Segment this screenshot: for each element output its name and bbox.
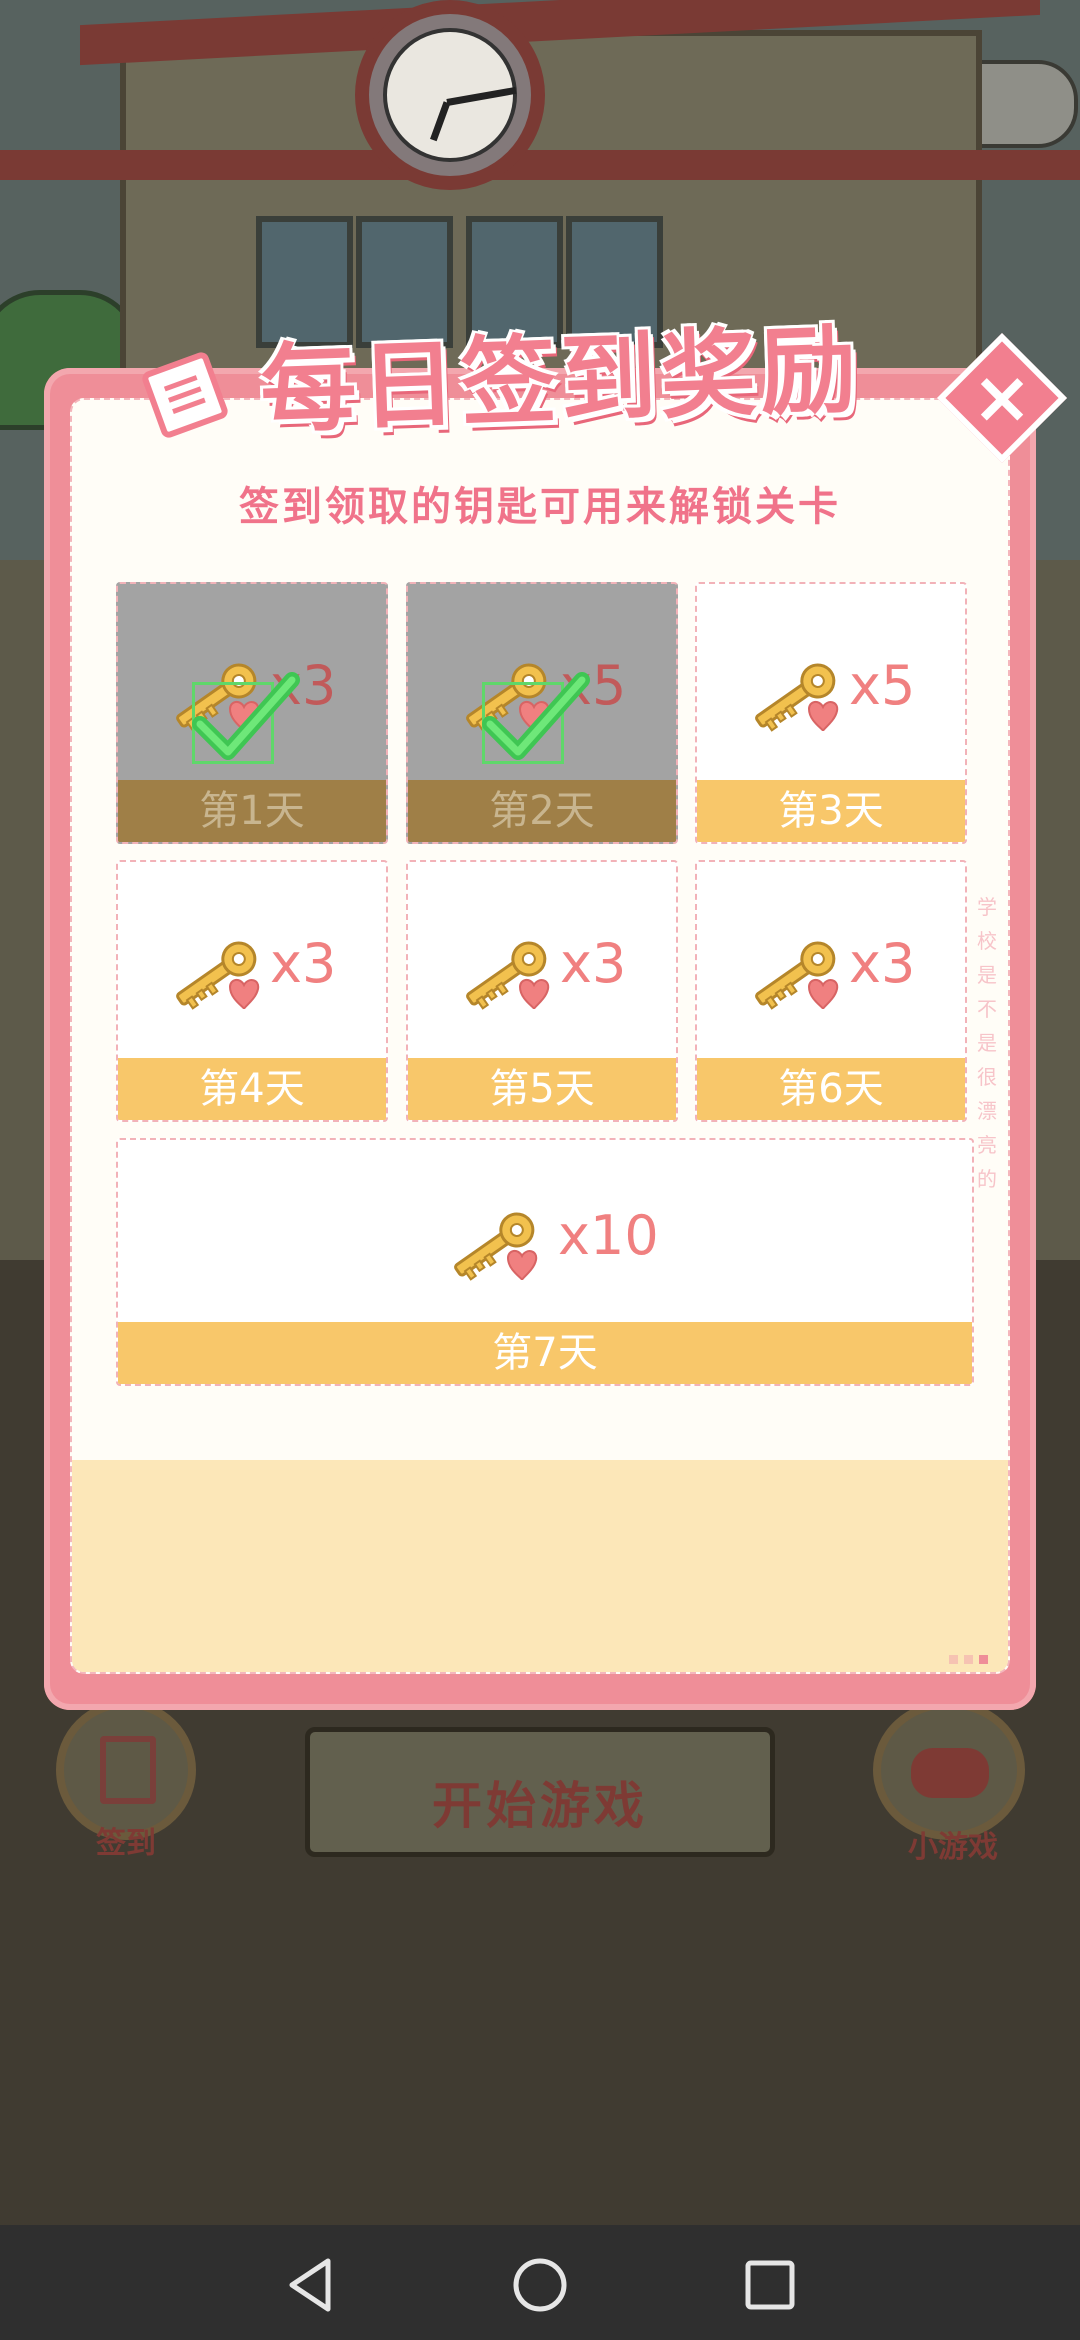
building-stripe — [0, 150, 1080, 180]
key-heart-icon — [450, 917, 560, 1027]
day-card-2[interactable]: x5 第2天 — [406, 582, 678, 844]
mini-game-label: 小游戏 — [908, 1830, 998, 1865]
day-card-3[interactable]: x5 第3天 — [695, 582, 967, 844]
day-label: 第7天 — [118, 1322, 972, 1384]
day-label: 第1天 — [118, 780, 386, 842]
gamepad-icon — [911, 1748, 989, 1798]
dialog-title: 每日签到奖励 — [258, 313, 863, 447]
day-card-5[interactable]: x3 第5天 — [406, 860, 678, 1122]
start-game-label: 开始游戏 — [432, 1777, 648, 1835]
dialog-subtitle: 签到领取的钥匙可用来解锁关卡 — [239, 484, 841, 530]
reward-amount: x10 — [558, 1204, 659, 1267]
panel-footer-area — [72, 1460, 1008, 1672]
start-game-button[interactable]: 开始游戏 — [305, 1727, 775, 1857]
reward-amount: x3 — [849, 932, 916, 995]
back-triangle-icon[interactable] — [280, 2255, 340, 2315]
day-label: 第5天 — [408, 1058, 676, 1120]
day-card-4[interactable]: x3 第4天 — [116, 860, 388, 1122]
reward-amount: x5 — [849, 654, 916, 717]
day-label: 第3天 — [697, 780, 965, 842]
side-decoration-text: 学校是不是很漂亮的 — [977, 895, 997, 1191]
recent-square-icon[interactable] — [740, 2255, 800, 2315]
key-heart-icon — [438, 1188, 548, 1298]
home-circle-icon[interactable] — [510, 2255, 570, 2315]
reward-amount: x3 — [270, 932, 337, 995]
day-card-7[interactable]: x10 第7天 — [116, 1138, 974, 1386]
document-icon — [100, 1736, 156, 1804]
reward-amount: x3 — [560, 932, 627, 995]
mini-game-button[interactable] — [873, 1700, 1025, 1840]
close-icon: × — [971, 355, 1033, 439]
day-label: 第2天 — [408, 780, 676, 842]
day-card-6[interactable]: x3 第6天 — [695, 860, 967, 1122]
day-label: 第6天 — [697, 1058, 965, 1120]
day-label: 第4天 — [118, 1058, 386, 1120]
key-heart-icon — [160, 917, 270, 1027]
key-heart-icon — [739, 639, 849, 749]
clock-icon — [355, 0, 545, 190]
key-heart-icon — [739, 917, 849, 1027]
checkmark-icon — [192, 662, 300, 764]
sign-in-label: 签到 — [96, 1826, 156, 1861]
corner-decoration — [949, 1655, 988, 1664]
system-nav-bar — [0, 2225, 1080, 2340]
day-card-1[interactable]: x3 第1天 — [116, 582, 388, 844]
checkmark-icon — [482, 662, 590, 764]
